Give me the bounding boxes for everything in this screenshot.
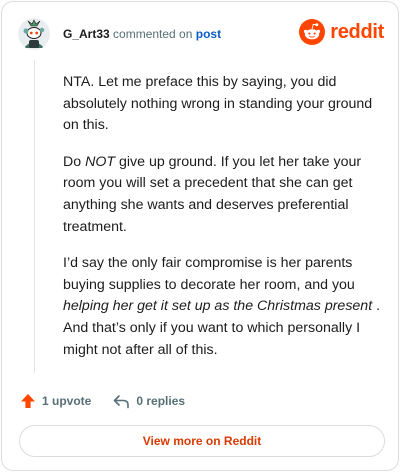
snoo-avatar-icon [18,18,50,50]
comment-body: NTA. Let me preface this by saying, you … [63,72,385,376]
replies-button[interactable]: 0 replies [113,394,185,409]
comment-paragraph: I’d say the only fair compromise is her … [63,253,385,361]
reddit-brand[interactable]: reddit [299,19,384,45]
upvote-button[interactable]: 1 upvote [20,393,91,409]
comment-paragraph: Do NOT give up ground. If you let her ta… [63,152,385,238]
comment-meta: G_Art33 commented on post [63,27,221,41]
comment-text: NTA. Let me preface this by saying, you … [63,74,373,134]
post-link[interactable]: post [196,27,221,41]
reddit-logo-icon [299,19,326,45]
username-link[interactable]: G_Art33 [63,27,110,41]
action-text: commented on [113,27,193,41]
comment-emphasis: NOT [85,153,116,170]
reddit-wordmark: reddit [330,20,384,43]
replies-count: 0 replies [136,394,186,408]
comment-header: G_Art33 commented on post reddit [18,18,384,52]
thread-line [34,60,35,373]
comment-card: G_Art33 commented on post reddit NTA. Le… [1,1,399,471]
view-more-label: View more on Reddit [142,434,262,448]
comment-emphasis: helping her get it set up as the Christm… [63,298,373,315]
comment-actions: 1 upvote 0 replies [20,390,207,412]
comment-paragraph: NTA. Let me preface this by saying, you … [63,72,385,137]
view-more-button[interactable]: View more on Reddit [19,425,385,457]
user-avatar[interactable] [18,18,50,50]
comment-text: I’d say the only fair compromise is her … [63,255,355,293]
comment-text: Do [63,153,86,170]
upvote-arrow-icon [21,394,35,408]
reply-arrow-icon [114,394,130,408]
upvote-count: 1 upvote [42,394,92,408]
